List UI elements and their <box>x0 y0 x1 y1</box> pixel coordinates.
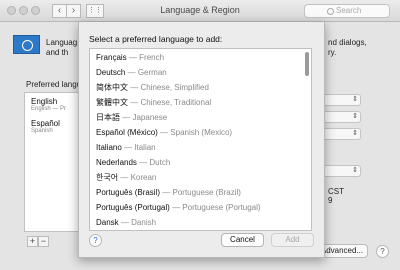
sheet-help-button[interactable]: ? <box>89 234 102 247</box>
time-format-text: CST <box>328 187 344 196</box>
preferred-languages-label: Preferred langu <box>26 80 82 89</box>
sample-number-text: 9 <box>328 196 333 205</box>
updown-arrows-icon: ⇕ <box>352 167 358 174</box>
language-native-name: Deutsch <box>96 68 126 77</box>
updown-arrows-icon: ⇕ <box>352 96 358 103</box>
language-english-name: Dutch <box>149 158 171 167</box>
pane-help-button[interactable]: ? <box>376 245 389 258</box>
minus-icon: − <box>40 236 47 246</box>
language-row[interactable]: 简体中文 — Chinese, Simplified <box>96 81 209 95</box>
pane-description-right-2: ry. <box>328 48 337 57</box>
pane-description-left-1: Languag <box>46 38 78 47</box>
pane-description-left-2: and th <box>46 48 69 57</box>
language-english-name: French <box>139 53 165 62</box>
separator-dash: — <box>130 83 141 92</box>
language-row[interactable]: Deutsch — German <box>96 66 167 80</box>
language-row[interactable]: 日本語 — Japanese <box>96 111 167 125</box>
language-row[interactable]: Dansk — Danish <box>96 216 156 230</box>
cancel-button[interactable]: Cancel <box>221 233 264 247</box>
language-native-name: 日本語 <box>96 113 120 122</box>
globe-flag-icon <box>13 35 40 54</box>
language-english-name: Chinese, Simplified <box>140 83 209 92</box>
list-scrollbar[interactable] <box>305 52 309 76</box>
title-bar: ‹ › ⋮⋮ Language & Region Search <box>0 0 400 22</box>
language-native-name: Français <box>96 53 127 62</box>
language-native-name: Português (Brasil) <box>96 188 161 197</box>
separator-dash: — <box>128 53 140 62</box>
language-row[interactable]: 繁體中文 — Chinese, Traditional <box>96 96 211 110</box>
add-language-button[interactable]: + <box>27 236 38 247</box>
language-native-name: 한국어 <box>96 173 119 182</box>
language-english-name: Portuguese (Portugal) <box>182 203 261 212</box>
separator-dash: — <box>162 188 173 197</box>
search-field[interactable]: Search <box>304 4 390 18</box>
separator-dash: — <box>120 173 131 182</box>
language-english-name: German <box>137 68 167 77</box>
language-row[interactable]: Português (Brasil) — Portuguese (Brazil) <box>96 186 241 200</box>
remove-language-button[interactable]: − <box>38 236 49 247</box>
language-row[interactable]: Français — French <box>96 51 164 65</box>
separator-dash: — <box>160 128 171 137</box>
language-row[interactable]: Nederlands — Dutch <box>96 156 170 170</box>
separator-dash: — <box>139 158 150 167</box>
add-button[interactable]: Add <box>271 233 314 247</box>
language-english-name: Portuguese (Brazil) <box>172 188 241 197</box>
updown-arrows-icon: ⇕ <box>352 130 358 137</box>
separator-dash: — <box>122 113 133 122</box>
pane-description-right-1: nd dialogs, <box>328 38 367 47</box>
language-english-name: Italian <box>134 143 156 152</box>
language-native-name: 简体中文 <box>96 83 128 92</box>
add-language-sheet: Select a preferred language to add: Fran… <box>78 22 325 258</box>
language-native-name: Nederlands <box>96 158 137 167</box>
language-english-name: Korean <box>130 173 157 182</box>
language-native-name: Português (Portugal) <box>96 203 170 212</box>
updown-arrows-icon: ⇕ <box>352 113 358 120</box>
question-icon: ? <box>380 247 385 256</box>
language-english-name: Japanese <box>132 113 168 122</box>
search-placeholder: Search <box>336 6 362 15</box>
separator-dash: — <box>120 218 132 227</box>
language-native-name: Italiano <box>96 143 122 152</box>
separator-dash: — <box>127 68 138 77</box>
separator-dash: — <box>124 143 135 152</box>
language-list[interactable]: Français — French Deutsch — German 简体中文 … <box>89 48 312 231</box>
question-icon: ? <box>93 236 98 245</box>
search-icon <box>327 8 334 15</box>
language-english-name: Spanish (Mexico) <box>170 128 233 137</box>
language-native-name: Dansk <box>96 218 119 227</box>
language-english-name: Danish <box>131 218 157 227</box>
plus-icon: + <box>29 236 36 246</box>
language-native-name: 繁體中文 <box>96 98 128 107</box>
sheet-title: Select a preferred language to add: <box>89 34 223 44</box>
separator-dash: — <box>130 98 141 107</box>
language-native-name: Español (México) <box>96 128 158 137</box>
language-row[interactable]: 한국어 — Korean <box>96 171 156 185</box>
language-row[interactable]: Português (Portugal) — Portuguese (Portu… <box>96 201 261 215</box>
language-row[interactable]: Español (México) — Spanish (Mexico) <box>96 126 232 140</box>
separator-dash: — <box>172 203 183 212</box>
language-row[interactable]: Italiano — Italian <box>96 141 156 155</box>
language-english-name: Chinese, Traditional <box>140 98 212 107</box>
